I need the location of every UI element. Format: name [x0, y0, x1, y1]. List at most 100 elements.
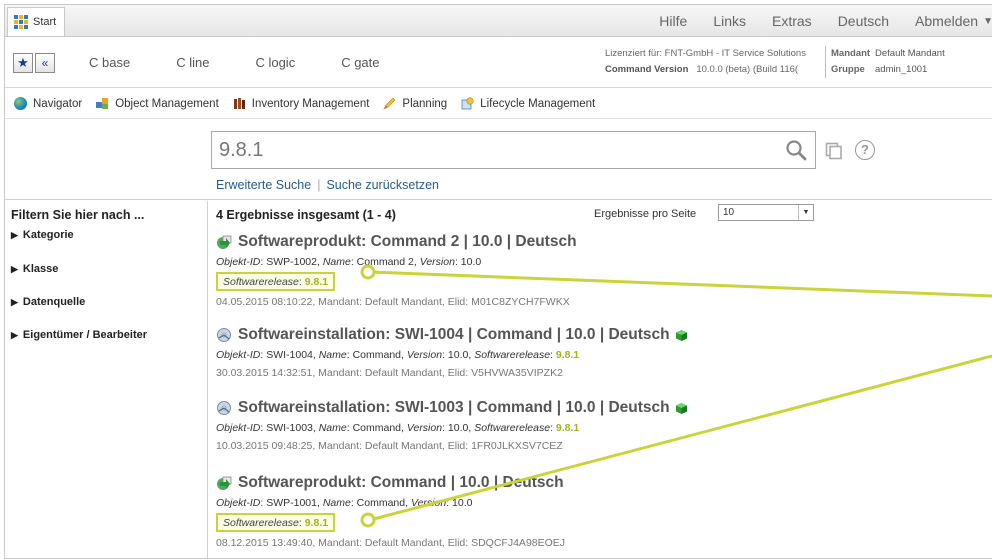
- favorites-button[interactable]: ★: [13, 53, 33, 73]
- mandant-label: Mandant: [831, 48, 871, 59]
- result-attributes: Objekt-ID: SWP-1001, Name: Command, Vers…: [216, 497, 473, 509]
- attr-key: Version: [419, 256, 455, 268]
- reset-search-link[interactable]: Suche zurücksetzen: [326, 178, 439, 192]
- attr-value: SWI-1003: [266, 422, 313, 434]
- top-menu: Hilfe Links Extras Deutsch Abmelden ▼: [646, 5, 992, 37]
- release-value: 9.8.1: [304, 517, 329, 529]
- start-tab[interactable]: Start: [7, 7, 65, 36]
- result-title[interactable]: Softwareprodukt: Command 2 | 10.0 | Deut…: [238, 233, 577, 251]
- menu-extras[interactable]: Extras: [759, 13, 825, 29]
- filter-panel: Filtern Sie hier nach ... ▶ Kategorie ▶ Kl…: [5, 201, 208, 558]
- filter-kategorie[interactable]: ▶ Kategorie: [11, 229, 74, 241]
- attr-value: 9.8.1: [555, 422, 580, 434]
- result-attributes: Objekt-ID: SWI-1004, Name: Command, Vers…: [216, 349, 580, 361]
- tab-c-logic[interactable]: C logic: [255, 55, 295, 70]
- result-title[interactable]: Softwareinstallation: SWI-1003 | Command…: [238, 399, 670, 417]
- gruppe-value: admin_1001: [875, 64, 928, 75]
- attr-value: 9.8.1: [555, 349, 580, 361]
- result-attributes: Objekt-ID: SWI-1003, Name: Command, Vers…: [216, 422, 580, 434]
- filter-eigentuemer[interactable]: ▶ Eigentümer / Bearbeiter: [11, 329, 147, 341]
- search-links: Erweiterte Suche | Suche zurücksetzen: [216, 178, 439, 192]
- command-version-value: 10.0.0 (beta) (Build 116(: [696, 64, 799, 75]
- module-tabs: C base C line C logic C gate: [89, 55, 426, 70]
- attr-key: Name: [318, 422, 347, 434]
- result-title-row[interactable]: Softwareprodukt: Command 2 | 10.0 | Deut…: [216, 232, 916, 252]
- attr-value: 10.0: [452, 497, 473, 509]
- result-title-row[interactable]: Softwareprodukt: Command | 10.0 | Deutsc…: [216, 473, 916, 493]
- result-item: Softwareprodukt: Command | 10.0 | Deutsc…: [216, 473, 916, 549]
- gruppe-label: Gruppe: [831, 64, 865, 75]
- nav-lifecycle-management[interactable]: Lifecycle Management: [461, 97, 595, 110]
- nav-inventory-management[interactable]: Inventory Management: [233, 97, 370, 110]
- top-bar: Start Hilfe Links Extras Deutsch Abmelde…: [5, 5, 992, 37]
- nav-navigator-label: Navigator: [33, 97, 83, 110]
- nav-object-management[interactable]: Object Management: [96, 97, 219, 110]
- attr-key: Objekt-ID: [216, 497, 261, 509]
- triangle-right-icon: ▶: [11, 330, 18, 340]
- filter-datenquelle[interactable]: ▶ Datenquelle: [11, 296, 85, 308]
- tab-c-base[interactable]: C base: [89, 55, 130, 70]
- menu-hilfe[interactable]: Hilfe: [646, 13, 700, 29]
- advanced-search-link[interactable]: Erweiterte Suche: [216, 178, 311, 192]
- menu-logout[interactable]: Abmelden: [902, 13, 991, 29]
- nav-inventory-management-label: Inventory Management: [251, 97, 370, 110]
- attr-key: Objekt-ID: [216, 349, 261, 361]
- nav-lifecycle-management-label: Lifecycle Management: [480, 97, 596, 110]
- attr-key: Name: [322, 256, 351, 268]
- triangle-right-icon: ▶: [11, 230, 18, 240]
- attr-key: Objekt-ID: [216, 256, 261, 268]
- nav-planning[interactable]: Planning: [383, 97, 447, 110]
- mandant-value: Default Mandant: [875, 48, 945, 59]
- chevron-down-icon[interactable]: ▼: [798, 205, 813, 220]
- attr-key: Name: [322, 497, 351, 509]
- attr-key: Version: [406, 422, 443, 434]
- command-version-label: Command Version: [605, 64, 689, 75]
- attr-value: Command: [356, 497, 406, 509]
- attr-key: Version: [406, 349, 443, 361]
- filter-kategorie-label: Kategorie: [22, 229, 74, 241]
- attr-value: SWP-1002: [266, 256, 317, 268]
- navigation-bar: Navigator Object Management Inventory Ma…: [5, 89, 992, 119]
- software-installation-icon: [216, 327, 232, 343]
- globe-icon: [14, 97, 27, 110]
- menu-language[interactable]: Deutsch: [825, 13, 902, 29]
- start-tab-label: Start: [33, 16, 57, 28]
- result-meta: 10.03.2015 09:48:25, Mandant: Default Ma…: [216, 440, 563, 452]
- nav-planning-label: Planning: [402, 97, 448, 110]
- link-separator: |: [317, 178, 321, 192]
- attr-value: Command 2: [356, 256, 414, 268]
- result-meta: 08.12.2015 13:49:40, Mandant: Default Ma…: [216, 537, 566, 549]
- release-value: 9.8.1: [304, 276, 329, 288]
- chevron-down-icon[interactable]: ▼: [983, 16, 992, 27]
- result-title-row[interactable]: Softwareinstallation: SWI-1003 | Command…: [216, 398, 916, 418]
- search-area: 9.8.1 ? Erweiterte Suche | Suche zurückset…: [5, 120, 992, 200]
- grid-icon: [14, 15, 28, 29]
- result-attributes: Objekt-ID: SWP-1002, Name: Command 2, Ve…: [216, 256, 482, 268]
- mandant-info: Mandant Default Mandant Gruppe admin_100…: [831, 46, 975, 78]
- collapse-button[interactable]: «: [35, 53, 55, 73]
- attr-key: Objekt-ID: [216, 422, 261, 434]
- filter-klasse[interactable]: ▶ Klasse: [11, 263, 58, 275]
- tab-c-gate[interactable]: C gate: [341, 55, 379, 70]
- result-title-row[interactable]: Softwareinstallation: SWI-1004 | Command…: [216, 325, 916, 345]
- results-panel: 4 Ergebnisse insgesamt (1 - 4) Ergebniss…: [216, 201, 992, 558]
- per-page-select[interactable]: 10 ▼: [718, 204, 814, 221]
- result-title[interactable]: Softwareprodukt: Command | 10.0 | Deutsc…: [238, 474, 564, 492]
- release-highlight-box: Softwarerelease: 9.8.1: [216, 272, 336, 291]
- nav-navigator[interactable]: Navigator: [14, 97, 82, 110]
- software-product-icon: [216, 475, 232, 491]
- tab-c-line[interactable]: C line: [176, 55, 209, 70]
- license-text: Lizenziert für: FNT-GmbH - IT Service So…: [605, 48, 806, 59]
- help-icon[interactable]: ?: [855, 140, 875, 160]
- green-cube-icon: [675, 402, 688, 415]
- cubes-icon: [96, 97, 109, 110]
- search-icon[interactable]: [785, 139, 807, 161]
- copy-icon[interactable]: [825, 142, 843, 160]
- green-cube-icon: [675, 329, 688, 342]
- attr-value: 10.0: [447, 422, 469, 434]
- result-item: Softwareinstallation: SWI-1003 | Command…: [216, 398, 916, 452]
- search-input[interactable]: 9.8.1: [211, 131, 816, 169]
- result-title[interactable]: Softwareinstallation: SWI-1004 | Command…: [238, 326, 670, 344]
- result-item: Softwareprodukt: Command 2 | 10.0 | Deut…: [216, 232, 916, 308]
- menu-links[interactable]: Links: [700, 13, 759, 29]
